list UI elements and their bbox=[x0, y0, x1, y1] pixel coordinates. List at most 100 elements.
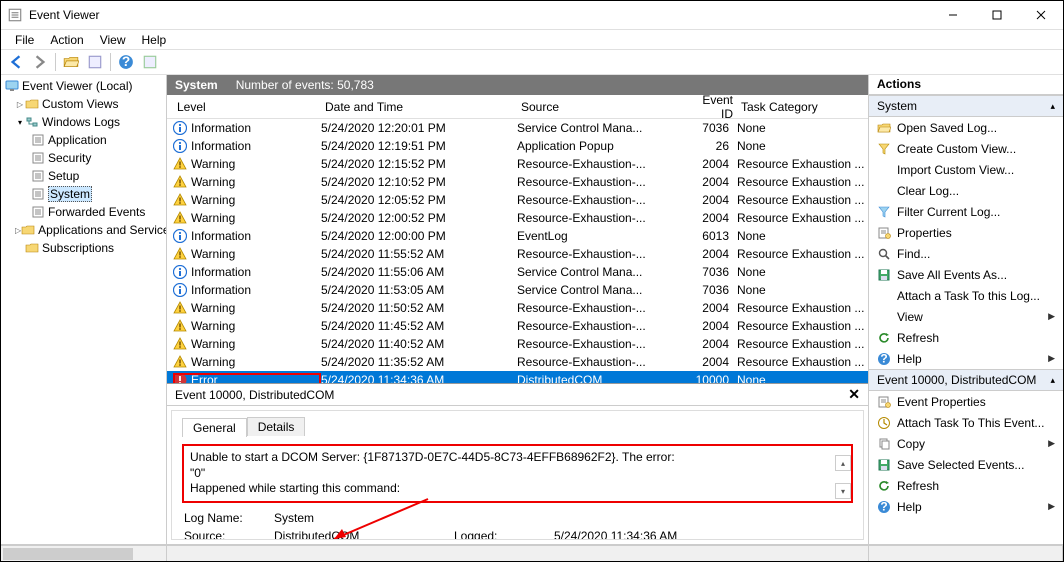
event-count: 50,783 bbox=[337, 78, 374, 92]
action-item[interactable]: Find... bbox=[869, 243, 1063, 264]
props-icon bbox=[877, 226, 891, 240]
tree-root[interactable]: Event Viewer (Local) bbox=[1, 77, 166, 95]
action-item[interactable]: Save Selected Events... bbox=[869, 454, 1063, 475]
warn-icon bbox=[173, 301, 187, 315]
desc-scrollbar[interactable]: ▴▾ bbox=[835, 455, 851, 499]
tree-subscriptions[interactable]: ▷Subscriptions bbox=[1, 239, 166, 257]
table-row[interactable]: Information5/24/2020 12:00:00 PMEventLog… bbox=[167, 227, 868, 245]
info-icon bbox=[173, 229, 187, 243]
warn-icon bbox=[173, 319, 187, 333]
action-item[interactable]: Create Custom View... bbox=[869, 138, 1063, 159]
action-item[interactable]: Event Properties bbox=[869, 391, 1063, 412]
action-item[interactable]: Attach a Task To this Log... bbox=[869, 285, 1063, 306]
nav-tree[interactable]: Event Viewer (Local) ▷Custom Views ▾Wind… bbox=[1, 75, 167, 544]
menu-help[interactable]: Help bbox=[134, 33, 175, 47]
col-date[interactable]: Date and Time bbox=[321, 97, 517, 117]
event-fields: Log Name:System Source:DistributedCOMLog… bbox=[184, 511, 853, 540]
table-row[interactable]: Information5/24/2020 12:19:51 PMApplicat… bbox=[167, 137, 868, 155]
warn-icon bbox=[173, 157, 187, 171]
tree-forwarded[interactable]: Forwarded Events bbox=[1, 203, 166, 221]
action-item[interactable]: Import Custom View... bbox=[869, 159, 1063, 180]
properties-button[interactable] bbox=[84, 51, 106, 73]
action-item[interactable]: Filter Current Log... bbox=[869, 201, 1063, 222]
warn-icon bbox=[173, 175, 187, 189]
close-button[interactable] bbox=[1019, 1, 1063, 29]
menu-file[interactable]: File bbox=[7, 33, 42, 47]
menu-view[interactable]: View bbox=[92, 33, 134, 47]
forward-button[interactable] bbox=[29, 51, 51, 73]
table-row[interactable]: Warning5/24/2020 11:40:52 AMResource-Exh… bbox=[167, 335, 868, 353]
grid-body[interactable]: Information5/24/2020 12:20:01 PMService … bbox=[167, 119, 868, 383]
center-header: System Number of events: 50,783 bbox=[167, 75, 868, 95]
action-item[interactable]: View▶ bbox=[869, 306, 1063, 327]
minimize-button[interactable] bbox=[931, 1, 975, 29]
col-level[interactable]: Level bbox=[173, 97, 321, 117]
info-icon bbox=[173, 265, 187, 279]
action-item[interactable]: Save All Events As... bbox=[869, 264, 1063, 285]
copy-icon bbox=[877, 437, 891, 451]
tree-application[interactable]: Application bbox=[1, 131, 166, 149]
event-description: Unable to start a DCOM Server: {1F87137D… bbox=[182, 444, 853, 503]
info-icon bbox=[173, 139, 187, 153]
action-item[interactable]: Help▶ bbox=[869, 496, 1063, 517]
tab-details[interactable]: Details bbox=[247, 417, 306, 436]
help-button[interactable] bbox=[115, 51, 137, 73]
help-icon bbox=[877, 352, 891, 366]
col-source[interactable]: Source bbox=[517, 97, 685, 117]
details-close-button[interactable]: ✕ bbox=[848, 386, 860, 403]
app-icon bbox=[7, 7, 23, 23]
tree-custom-views[interactable]: ▷Custom Views bbox=[1, 95, 166, 113]
tree-apps-services[interactable]: ▷Applications and Services Lo bbox=[1, 221, 166, 239]
tree-setup[interactable]: Setup bbox=[1, 167, 166, 185]
action-item[interactable]: Refresh bbox=[869, 327, 1063, 348]
info-icon bbox=[173, 283, 187, 297]
toolbar bbox=[1, 49, 1063, 75]
show-tree-button[interactable] bbox=[60, 51, 82, 73]
action-item[interactable]: Refresh bbox=[869, 475, 1063, 496]
col-task[interactable]: Task Category bbox=[737, 97, 868, 117]
table-row[interactable]: Warning5/24/2020 12:10:52 PMResource-Exh… bbox=[167, 173, 868, 191]
actions-section-system[interactable]: System▴ bbox=[869, 95, 1063, 117]
table-row[interactable]: Warning5/24/2020 11:45:52 AMResource-Exh… bbox=[167, 317, 868, 335]
table-row[interactable]: Warning5/24/2020 12:15:52 PMResource-Exh… bbox=[167, 155, 868, 173]
table-row[interactable]: Warning5/24/2020 11:35:52 AMResource-Exh… bbox=[167, 353, 868, 371]
actions-section-event[interactable]: Event 10000, DistributedCOM▴ bbox=[869, 369, 1063, 391]
info-icon bbox=[173, 121, 187, 135]
table-row[interactable]: Warning5/24/2020 12:05:52 PMResource-Exh… bbox=[167, 191, 868, 209]
tree-security[interactable]: Security bbox=[1, 149, 166, 167]
warn-icon bbox=[173, 211, 187, 225]
action-item[interactable]: Clear Log... bbox=[869, 180, 1063, 201]
action-item[interactable]: Copy▶ bbox=[869, 433, 1063, 454]
grid-header[interactable]: Level Date and Time Source Event ID Task… bbox=[167, 95, 868, 119]
table-row[interactable]: Warning5/24/2020 11:55:52 AMResource-Exh… bbox=[167, 245, 868, 263]
window-title: Event Viewer bbox=[29, 8, 931, 22]
preview-button[interactable] bbox=[139, 51, 161, 73]
action-item[interactable]: Properties bbox=[869, 222, 1063, 243]
menubar: File Action View Help bbox=[1, 29, 1063, 49]
center-pane: System Number of events: 50,783 Level Da… bbox=[167, 75, 869, 544]
open-icon bbox=[877, 121, 891, 135]
filter-b-icon bbox=[877, 205, 891, 219]
maximize-button[interactable] bbox=[975, 1, 1019, 29]
table-row[interactable]: Information5/24/2020 11:55:06 AMService … bbox=[167, 263, 868, 281]
table-row[interactable]: Warning5/24/2020 11:50:52 AMResource-Exh… bbox=[167, 299, 868, 317]
tree-system[interactable]: System bbox=[1, 185, 166, 203]
error-icon bbox=[173, 373, 187, 383]
warn-icon bbox=[173, 355, 187, 369]
table-row[interactable]: Information5/24/2020 12:20:01 PMService … bbox=[167, 119, 868, 137]
save-icon bbox=[877, 458, 891, 472]
tree-windows-logs[interactable]: ▾Windows Logs bbox=[1, 113, 166, 131]
table-row[interactable]: Information5/24/2020 11:53:05 AMService … bbox=[167, 281, 868, 299]
save-icon bbox=[877, 268, 891, 282]
warn-icon bbox=[173, 193, 187, 207]
refresh-icon bbox=[877, 331, 891, 345]
action-item[interactable]: Attach Task To This Event... bbox=[869, 412, 1063, 433]
tab-general[interactable]: General bbox=[182, 418, 247, 437]
bottom-scrollbars[interactable] bbox=[1, 545, 1063, 561]
action-item[interactable]: Help▶ bbox=[869, 348, 1063, 369]
table-row[interactable]: Error5/24/2020 11:34:36 AMDistributedCOM… bbox=[167, 371, 868, 383]
action-item[interactable]: Open Saved Log... bbox=[869, 117, 1063, 138]
menu-action[interactable]: Action bbox=[42, 33, 91, 47]
table-row[interactable]: Warning5/24/2020 12:00:52 PMResource-Exh… bbox=[167, 209, 868, 227]
back-button[interactable] bbox=[5, 51, 27, 73]
